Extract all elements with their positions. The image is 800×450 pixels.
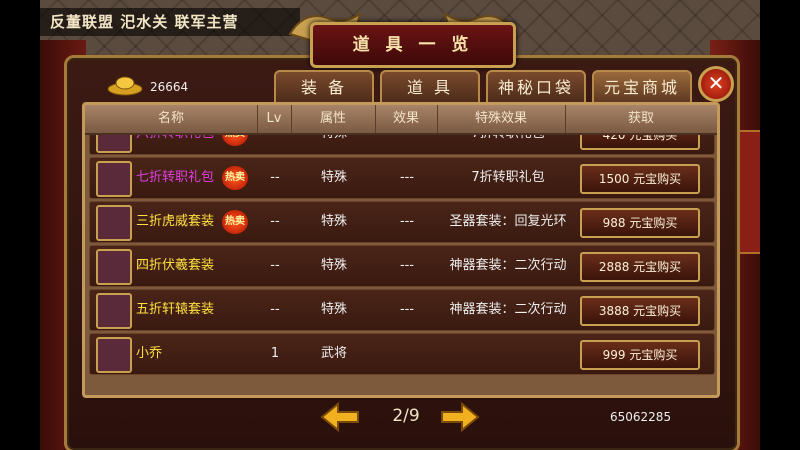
page-indicator: 2/9 xyxy=(392,406,420,426)
gift-box-icon xyxy=(96,161,132,197)
buy-button[interactable]: 420 元宝购买 xyxy=(580,135,700,150)
item-name: 六折转职礼包 xyxy=(136,135,214,154)
item-effect: --- xyxy=(399,170,415,185)
item-level: -- xyxy=(270,170,280,185)
table-row: 六折转职礼包热卖 --特殊 7折转职礼包420 元宝购买 xyxy=(89,135,715,155)
letterbox-right xyxy=(760,0,800,450)
item-effect: --- xyxy=(399,214,415,229)
table-row: 三折虎威套装 热卖 -- 特殊 --- 圣器套装：回复光环 988 元宝购买 xyxy=(89,201,715,243)
item-special-effect: 神器套装：二次行动 xyxy=(449,302,567,317)
item-special-effect xyxy=(438,334,578,374)
table-row: 四折伏羲套装 -- 特殊 --- 神器套装：二次行动 2888 元宝购买 xyxy=(89,245,715,287)
player-id-number: 65062285 xyxy=(610,410,672,424)
tab-label: 装 备 xyxy=(300,78,348,97)
item-effect xyxy=(376,334,438,374)
item-name: 小乔 xyxy=(136,346,163,361)
table-rows: 六折转职礼包热卖--特殊7折转职礼包420 元宝购买七折转职礼包热卖--特殊--… xyxy=(85,135,717,395)
tab-label: 神秘口袋 xyxy=(497,78,574,97)
buy-button[interactable]: 2888 元宝购买 xyxy=(580,252,700,282)
item-attribute: 特殊 xyxy=(320,214,347,229)
gift-box-icon xyxy=(96,135,132,153)
item-level: 1 xyxy=(270,346,280,361)
location-caption: 反董联盟 汜水关 联军主营 xyxy=(40,8,300,36)
item-level: -- xyxy=(258,135,292,154)
item-special-effect: 7折转职礼包 xyxy=(471,170,545,185)
item-attribute: 特殊 xyxy=(320,258,347,273)
gold-ingot-icon xyxy=(107,76,143,96)
item-level: -- xyxy=(270,302,280,317)
item-special-effect: 神器套装：二次行动 xyxy=(449,258,567,273)
panel-title: 道 具 一 览 xyxy=(310,22,516,68)
next-page-arrow-icon[interactable] xyxy=(440,402,480,432)
close-button[interactable]: ✕ xyxy=(698,66,734,102)
item-level: -- xyxy=(270,258,280,273)
game-viewport: 反董联盟 汜水关 联军主营 道 具 一 览 26664 装 备 道 具 神秘口袋… xyxy=(40,0,760,450)
header-effect: 效果 xyxy=(375,105,438,133)
currency-amount: 26664 xyxy=(150,80,189,94)
spear-icon xyxy=(96,205,132,241)
item-name: 三折虎威套装 xyxy=(136,214,215,229)
item-effect xyxy=(376,135,438,154)
tab-equipment[interactable]: 装 备 xyxy=(274,70,374,104)
header-lv: Lv xyxy=(257,105,292,133)
item-level: -- xyxy=(270,214,280,229)
tab-ingot-shop[interactable]: 元宝商城 xyxy=(592,70,692,104)
previous-page-arrow-icon[interactable] xyxy=(320,402,360,432)
header-name: 名称 xyxy=(85,105,258,133)
item-name: 五折轩辕套装 xyxy=(136,302,215,317)
hot-sale-badge: 热卖 xyxy=(222,135,248,146)
scroll-icon xyxy=(96,293,132,329)
item-attribute: 特殊 xyxy=(292,135,376,154)
item-effect: --- xyxy=(399,258,415,273)
item-attribute: 特殊 xyxy=(320,170,347,185)
table-header: 名称 Lv 属性 效果 特殊效果 获取 xyxy=(85,105,717,135)
buy-button[interactable]: 3888 元宝购买 xyxy=(580,296,700,326)
buy-button[interactable]: 1500 元宝购买 xyxy=(580,164,700,194)
item-special-effect: 圣器套装：回复光环 xyxy=(449,214,567,229)
tab-items[interactable]: 道 具 xyxy=(380,70,480,104)
staff-icon xyxy=(96,249,132,285)
item-table: 名称 Lv 属性 效果 特殊效果 获取 六折转职礼包热卖--特殊7折转职礼包42… xyxy=(82,102,720,398)
hot-sale-badge: 热卖 xyxy=(222,210,248,234)
header-obtain: 获取 xyxy=(627,111,654,126)
header-attribute: 属性 xyxy=(291,105,376,133)
item-effect: --- xyxy=(399,302,415,317)
hot-sale-badge: 热卖 xyxy=(222,166,248,190)
buy-button[interactable]: 999 元宝购买 xyxy=(580,340,700,370)
buy-button[interactable]: 988 元宝购买 xyxy=(580,208,700,238)
table-row: 七折转职礼包 热卖 -- 特殊 --- 7折转职礼包 1500 元宝购买 xyxy=(89,157,715,199)
table-row: 五折轩辕套装 -- 特殊 --- 神器套装：二次行动 3888 元宝购买 xyxy=(89,289,715,331)
item-attribute: 武将 xyxy=(320,346,347,361)
table-row: 小乔 1 武将 999 元宝购买 xyxy=(89,333,715,375)
general-portrait-icon xyxy=(96,337,132,373)
header-special-effect: 特殊效果 xyxy=(437,105,566,133)
item-attribute: 特殊 xyxy=(320,302,347,317)
item-special-effect: 7折转职礼包 xyxy=(438,135,578,154)
tab-mystery-bag[interactable]: 神秘口袋 xyxy=(486,70,586,104)
letterbox-left xyxy=(0,0,40,450)
tab-label: 道 具 xyxy=(406,78,454,97)
tab-label: 元宝商城 xyxy=(603,78,680,97)
item-name: 七折转职礼包 xyxy=(136,170,215,185)
item-name: 四折伏羲套装 xyxy=(136,258,215,273)
